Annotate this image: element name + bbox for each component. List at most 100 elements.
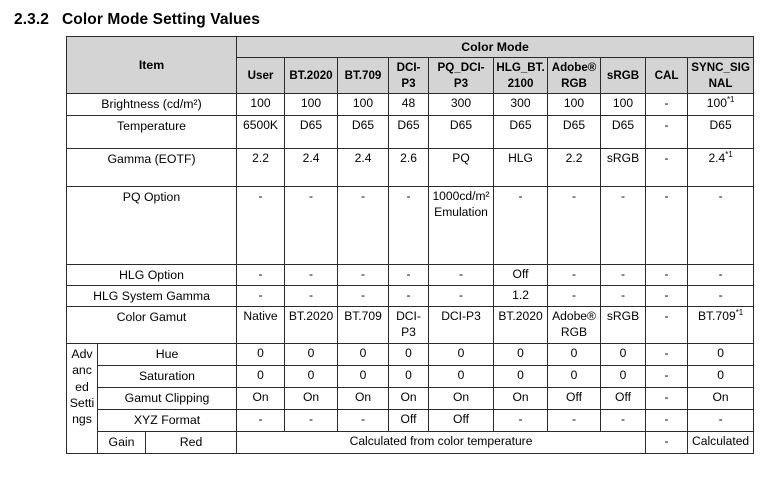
header-col-adobergb: Adobe®RGB bbox=[547, 57, 602, 94]
cell-value: 300 bbox=[493, 92, 549, 116]
cell-value: 0 bbox=[493, 365, 549, 389]
cell-value: sRGB bbox=[600, 306, 647, 345]
cell-value: 2.2 bbox=[547, 147, 602, 187]
row-label: Hue bbox=[96, 343, 238, 367]
cell-value: 1000cd/m² Emulation bbox=[428, 185, 495, 265]
cell-value: sRGB bbox=[600, 147, 647, 187]
header-color-mode: Color Mode bbox=[236, 35, 755, 59]
row-label: HLG System Gamma bbox=[65, 285, 238, 308]
header-col-bt709: BT.709 bbox=[337, 57, 390, 94]
row-label: Red bbox=[144, 431, 238, 455]
cell-value: 100 bbox=[547, 92, 602, 116]
cell-value: 2.4*1 bbox=[687, 147, 755, 187]
cell-value: 0 bbox=[687, 343, 755, 367]
cell-value: - bbox=[428, 285, 495, 308]
cell-value: - bbox=[600, 285, 647, 308]
cell-value: - bbox=[337, 185, 390, 265]
cell-value: - bbox=[687, 285, 755, 308]
cell-value: D65 bbox=[493, 114, 549, 149]
cell-value: 0 bbox=[600, 365, 647, 389]
cell-value: - bbox=[337, 409, 390, 433]
cell-value: - bbox=[547, 185, 602, 265]
cell-value: 2.4 bbox=[337, 147, 390, 187]
cell-value: BT.709*1 bbox=[687, 306, 755, 345]
cell-value: - bbox=[284, 409, 339, 433]
cell-value: 100 bbox=[600, 92, 647, 116]
cell-value: On bbox=[284, 387, 339, 411]
table-body: Brightness (cd/m²) 100 100 100 48 300 300 100 10… bbox=[65, 92, 755, 455]
cell-value: 0 bbox=[687, 365, 755, 389]
header-col-srgb: sRGB bbox=[600, 57, 647, 94]
table-header: Item Color Mode User BT.2020 BT.709 DCI-… bbox=[65, 35, 755, 94]
cell-value: 0 bbox=[600, 343, 647, 367]
cell-value: D65 bbox=[547, 114, 602, 149]
table-row: Advanced Settings Hue 0 0 0 0 0 0 0 0-0 bbox=[66, 343, 755, 455]
cell-value: - bbox=[645, 431, 689, 455]
cell-value: 6500K bbox=[236, 114, 286, 149]
row-label: XYZ Format bbox=[96, 409, 238, 433]
cell-value: - bbox=[388, 263, 430, 287]
cell-value: D65 bbox=[428, 114, 495, 149]
cell-value: - bbox=[645, 343, 689, 367]
merged-cell-value: Calculated from color temperature bbox=[236, 431, 647, 455]
row-label: Brightness (cd/m²) bbox=[65, 92, 238, 116]
color-mode-table-wrapper: Item Color Mode User BT.2020 BT.709 DCI-… bbox=[65, 35, 755, 455]
cell-value: 0 bbox=[337, 343, 390, 367]
footnote-marker: *1 bbox=[735, 308, 744, 318]
table-row: Gain Red Calculated from color temperature… bbox=[67, 431, 755, 455]
header-col-user: User bbox=[236, 57, 286, 94]
header-col-dcip3: DCI-P3 bbox=[388, 57, 430, 94]
cell-value: 0 bbox=[388, 365, 430, 389]
cell-value: 100 bbox=[236, 92, 286, 116]
cell-value: Native bbox=[236, 306, 286, 345]
cell-value: BT.709 bbox=[337, 306, 390, 345]
cell-value: DCI-P3 bbox=[388, 306, 430, 345]
cell-value: 100 bbox=[284, 92, 339, 116]
cell-value: D65 bbox=[337, 114, 390, 149]
header-row-group: Item Color Mode bbox=[65, 35, 755, 94]
table-row: Gamma (EOTF) 2.2 2.4 2.4 2.6 PQ HLG 2.2 sRGB -2.4… bbox=[65, 147, 755, 187]
cell-value: - bbox=[600, 185, 647, 265]
cell-value: 0 bbox=[428, 343, 495, 367]
gain-group-label: Gain bbox=[97, 431, 146, 455]
cell-value: - bbox=[687, 409, 755, 433]
header-col-sync-signal: SYNC_SIGNAL bbox=[687, 57, 755, 94]
cell-value: On bbox=[428, 387, 495, 411]
cell-value: - bbox=[645, 185, 689, 265]
cell-value: - bbox=[600, 263, 647, 287]
table-row: Temperature 6500K D65 D65 D65 D65 D65 D65 D65- D6… bbox=[65, 114, 755, 149]
advanced-settings-group-label: Advanced Settings bbox=[66, 343, 98, 455]
cell-value: - bbox=[236, 285, 286, 308]
cell-value: 1.2 bbox=[493, 285, 549, 308]
cell-value: On bbox=[388, 387, 430, 411]
cell-value: 100 bbox=[337, 92, 390, 116]
cell-value: 300 bbox=[428, 92, 495, 116]
header-col-cal: CAL bbox=[645, 57, 689, 94]
header-item: Item bbox=[65, 36, 238, 94]
cell-value: BT.2020 bbox=[493, 306, 549, 345]
table-row: Saturation 0 0 0 0 0 0 0 0-0 bbox=[67, 365, 755, 389]
cell-value: - bbox=[687, 185, 755, 265]
header-col-pq-dcip3: PQ_DCI-P3 bbox=[428, 57, 495, 94]
row-label: HLG Option bbox=[65, 263, 238, 287]
cell-value: D65 bbox=[388, 114, 430, 149]
table-row: HLG Option - - - - - Off - - - - bbox=[65, 263, 755, 287]
cell-value: 0 bbox=[284, 343, 339, 367]
section-title: Color Mode Setting Values bbox=[61, 11, 260, 28]
cell-value: 0 bbox=[547, 365, 602, 389]
cell-value: - bbox=[388, 185, 430, 265]
cell-value: - bbox=[284, 185, 339, 265]
table-row: HLG System Gamma - - - - -1.2- - - - bbox=[65, 285, 755, 308]
cell-value: - bbox=[428, 263, 495, 287]
cell-value: - bbox=[236, 185, 286, 265]
cell-value: Off bbox=[428, 409, 495, 433]
cell-value: - bbox=[645, 114, 689, 149]
cell-value: - bbox=[236, 263, 286, 287]
cell-value: BT.2020 bbox=[284, 306, 339, 345]
cell-value: 0 bbox=[547, 343, 602, 367]
cell-value: 0 bbox=[337, 365, 390, 389]
cell-value: D65 bbox=[600, 114, 647, 149]
cell-value: - bbox=[284, 285, 339, 308]
cell-value: 2.6 bbox=[388, 147, 430, 187]
cell-value: - bbox=[645, 92, 689, 116]
